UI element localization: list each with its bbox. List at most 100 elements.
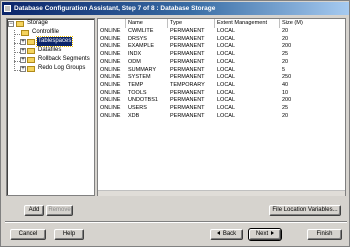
table-cell-name: ODM [128, 58, 141, 65]
table-cell-name: TOOLS [128, 89, 147, 96]
tree-item-storage[interactable]: Storage [26, 19, 49, 28]
table-cell-type: PERMANENT [170, 35, 205, 42]
table-cell-extent: LOCAL [217, 97, 236, 104]
file-location-variables-button[interactable]: File Location Variables... [269, 205, 341, 216]
table-cell-name: CWMLITE [128, 28, 154, 34]
table-cell-size: 20 [282, 28, 289, 34]
table-cell-name: TEMP [128, 81, 144, 88]
folder-icon [27, 57, 35, 63]
table-cell-status: ONLINE [100, 105, 121, 111]
table-cell-extent: LOCAL [217, 58, 236, 65]
table-cell-extent: LOCAL [217, 51, 236, 58]
table-cell-size: 40 [282, 81, 289, 88]
table-cell-name: XDB [128, 112, 140, 119]
column-header-size[interactable]: Size (M) [280, 19, 346, 28]
dbca-window: Database Configuration Assistant, Step 7… [0, 0, 350, 247]
table-cell-name: EXAMPLE [128, 43, 154, 50]
window-title: Database Configuration Assistant, Step 7… [14, 5, 216, 12]
table-row[interactable]: ONLINE EXAMPLE PERMANENT LOCAL 200 [98, 43, 345, 50]
table-cell-status: ONLINE [100, 43, 121, 50]
tree-connector [14, 30, 15, 71]
expand-icon[interactable]: + [20, 48, 26, 54]
table-row[interactable]: ONLINE SYSTEM PERMANENT LOCAL 250 [98, 74, 345, 81]
table-cell-size: 25 [282, 51, 289, 58]
table-cell-type: PERMANENT [170, 51, 205, 58]
table-cell-name: SYSTEM [128, 74, 151, 81]
table-cell-status: ONLINE [100, 28, 121, 34]
folder-icon [27, 39, 35, 45]
help-button[interactable]: Help [54, 229, 84, 240]
table-cell-extent: LOCAL [217, 74, 236, 81]
expand-icon[interactable]: + [20, 39, 26, 45]
table-cell-size: 20 [282, 35, 289, 42]
table-cell-size: 250 [282, 74, 292, 81]
table-cell-extent: LOCAL [217, 28, 236, 34]
column-header-status[interactable] [98, 19, 126, 28]
table-body: ONLINE CWMLITE PERMANENT LOCAL 20 ONLINE DRSYS… [98, 28, 345, 194]
table-cell-size: 20 [282, 112, 289, 119]
collapse-icon[interactable]: − [8, 21, 14, 27]
table-cell-size: 20 [282, 58, 289, 65]
table-cell-status: ONLINE [100, 81, 121, 88]
table-cell-type: PERMANENT [170, 89, 205, 96]
table-cell-size: 25 [282, 105, 289, 111]
title-bar[interactable]: Database Configuration Assistant, Step 7… [2, 2, 349, 15]
table-cell-name: UNDOTBS1 [128, 97, 158, 104]
table-cell-status: ONLINE [100, 66, 121, 73]
table-cell-type: PERMANENT [170, 43, 205, 50]
column-header-extent-management[interactable]: Extent Management [215, 19, 280, 28]
cancel-button[interactable]: Cancel [10, 229, 46, 240]
table-cell-extent: LOCAL [217, 35, 236, 42]
back-button[interactable]: Back [210, 229, 243, 240]
tree-item-redo-log-groups[interactable]: Redo Log Groups [37, 64, 86, 73]
table-cell-size: 200 [282, 43, 292, 50]
table-cell-type: PERMANENT [170, 28, 205, 34]
folder-icon [27, 66, 35, 72]
expand-icon[interactable]: + [20, 66, 26, 72]
chevron-right-icon [271, 231, 275, 236]
table-row[interactable]: ONLINE TOOLS PERMANENT LOCAL 10 [98, 90, 345, 97]
table-cell-status: ONLINE [100, 74, 121, 81]
table-row[interactable]: ONLINE SUMMARY PERMANENT LOCAL 5 [98, 67, 345, 74]
remove-button[interactable]: Remove [46, 205, 73, 216]
table-header: Name Type Extent Management Size (M) [98, 19, 345, 28]
storage-tree[interactable]: − Storage Controlfile + Tablespaces + Da… [6, 18, 95, 196]
tree-item-rollback-segments[interactable]: Rollback Segments [37, 55, 91, 64]
table-cell-type: PERMANENT [170, 112, 205, 119]
finish-button[interactable]: Finish [307, 229, 342, 240]
table-row[interactable]: ONLINE DRSYS PERMANENT LOCAL 20 [98, 36, 345, 43]
chevron-left-icon [216, 231, 220, 236]
horizontal-scrollbar[interactable] [98, 190, 345, 196]
table-cell-extent: LOCAL [217, 43, 236, 50]
table-row[interactable]: ONLINE TEMP TEMPORARY LOCAL 40 [98, 82, 345, 89]
table-cell-type: PERMANENT [170, 58, 205, 65]
table-row[interactable]: ONLINE INDX PERMANENT LOCAL 25 [98, 51, 345, 58]
column-header-name[interactable]: Name [126, 19, 168, 28]
table-cell-status: ONLINE [100, 58, 121, 65]
table-cell-size: 5 [282, 66, 286, 73]
table-cell-size: 10 [282, 89, 289, 96]
table-cell-name: DRSYS [128, 35, 147, 42]
next-button[interactable]: Next [248, 228, 282, 241]
tree-connector [14, 34, 20, 35]
table-cell-status: ONLINE [100, 112, 121, 119]
expand-icon[interactable]: + [20, 57, 26, 63]
table-cell-name: SUMMARY [128, 66, 157, 73]
table-cell-status: ONLINE [100, 51, 121, 58]
add-button[interactable]: Add [24, 205, 44, 216]
table-cell-status: ONLINE [100, 89, 121, 96]
table-cell-status: ONLINE [100, 97, 121, 104]
table-row[interactable]: ONLINE UNDOTBS1 PERMANENT LOCAL 200 [98, 97, 345, 104]
table-row[interactable]: ONLINE USERS PERMANENT LOCAL 25 [98, 105, 345, 112]
tablespace-table[interactable]: Name Type Extent Management Size (M) ONL… [97, 18, 346, 196]
tree-item-tablespaces[interactable]: Tablespaces [35, 36, 74, 47]
table-row[interactable]: ONLINE ODM PERMANENT LOCAL 20 [98, 59, 345, 66]
table-cell-extent: LOCAL [217, 112, 236, 119]
table-row[interactable]: ONLINE XDB PERMANENT LOCAL 20 [98, 113, 345, 120]
tree-item-controlfile[interactable]: Controlfile [31, 28, 60, 37]
table-row[interactable]: ONLINE CWMLITE PERMANENT LOCAL 20 [98, 28, 345, 35]
column-header-type[interactable]: Type [168, 19, 215, 28]
tree-item-datafiles[interactable]: Datafiles [37, 46, 62, 55]
table-cell-status: ONLINE [100, 35, 121, 42]
table-cell-type: PERMANENT [170, 66, 205, 73]
